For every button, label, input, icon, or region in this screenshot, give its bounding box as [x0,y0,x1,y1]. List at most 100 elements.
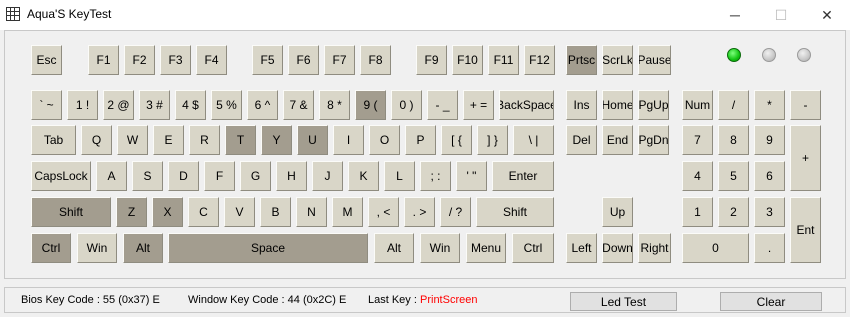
key-symbol-49[interactable]: ] } [477,125,508,155]
key-s-60[interactable]: S [132,161,163,191]
key-symbol-83[interactable]: . > [404,197,435,227]
key-e-40[interactable]: E [153,125,184,155]
key-q-38[interactable]: Q [81,125,112,155]
led-test-button[interactable]: Led Test [570,292,677,311]
key-symbol-16[interactable]: ` ~ [31,90,62,120]
key-f8-8[interactable]: F8 [360,45,391,75]
key-f9-9[interactable]: F9 [416,45,447,75]
key-f3-3[interactable]: F3 [160,45,191,75]
key-pgup-32[interactable]: PgUp [638,90,669,120]
key-5-21[interactable]: 5 % [211,90,242,120]
key-h-64[interactable]: H [276,161,307,191]
key-a-59[interactable]: A [96,161,127,191]
key-f12-12[interactable]: F12 [524,45,555,75]
key-o-46[interactable]: O [369,125,400,155]
key-7-23[interactable]: 7 & [283,90,314,120]
key-z-75[interactable]: Z [116,197,147,227]
key-pgdn-53[interactable]: PgDn [638,125,669,155]
key-end-52[interactable]: End [602,125,633,155]
key-y-43[interactable]: Y [261,125,292,155]
key-u-44[interactable]: U [297,125,328,155]
key-d-61[interactable]: D [168,161,199,191]
key-space-94[interactable]: Space [168,233,368,263]
key-c-77[interactable]: C [188,197,219,227]
key-home-31[interactable]: Home [602,90,633,120]
key-ctrl-98[interactable]: Ctrl [512,233,554,263]
key-f6-6[interactable]: F6 [288,45,319,75]
key-alt-95[interactable]: Alt [374,233,414,263]
key-up-86[interactable]: Up [602,197,633,227]
key-ins-30[interactable]: Ins [566,90,597,120]
key-f4-4[interactable]: F4 [196,45,227,75]
key-w-39[interactable]: W [117,125,148,155]
key-symbol-82[interactable]: , < [368,197,399,227]
key-num-33[interactable]: Num [682,90,713,120]
key-symbol-57[interactable]: + [790,125,821,191]
key-backspace-29[interactable]: BackSpace [499,90,554,120]
key-symbol-35[interactable]: * [754,90,785,120]
key-del-51[interactable]: Del [566,125,597,155]
key-8-24[interactable]: 8 * [319,90,350,120]
key-9-56[interactable]: 9 [754,125,785,155]
key-p-47[interactable]: P [405,125,436,155]
key-right-101[interactable]: Right [638,233,671,263]
key-symbol-27[interactable]: - _ [427,90,458,120]
key-4-20[interactable]: 4 $ [175,90,206,120]
key-symbol-36[interactable]: - [790,90,821,120]
key-2-18[interactable]: 2 @ [103,90,134,120]
key-x-76[interactable]: X [152,197,183,227]
key-win-96[interactable]: Win [420,233,460,263]
key-3-89[interactable]: 3 [754,197,785,227]
key-6-73[interactable]: 6 [754,161,785,191]
key-shift-74[interactable]: Shift [31,197,111,227]
key-1-17[interactable]: 1 ! [67,90,98,120]
key-6-22[interactable]: 6 ^ [247,90,278,120]
key-alt-93[interactable]: Alt [123,233,163,263]
key-9-25[interactable]: 9 ( [355,90,386,120]
key-scrlk-14[interactable]: ScrLk [602,45,633,75]
key-n-80[interactable]: N [296,197,327,227]
key-k-66[interactable]: K [348,161,379,191]
key-tab-37[interactable]: Tab [31,125,76,155]
key-m-81[interactable]: M [332,197,363,227]
key-f5-5[interactable]: F5 [252,45,283,75]
key-prtsc-13[interactable]: Prtsc [566,45,597,75]
key-f7-7[interactable]: F7 [324,45,355,75]
key-i-45[interactable]: I [333,125,364,155]
key-3-19[interactable]: 3 # [139,90,170,120]
key-0-26[interactable]: 0 ) [391,90,422,120]
key-g-63[interactable]: G [240,161,271,191]
key-j-65[interactable]: J [312,161,343,191]
clear-button[interactable]: Clear [720,292,822,311]
key-l-67[interactable]: L [384,161,415,191]
key-t-42[interactable]: T [225,125,256,155]
key-1-87[interactable]: 1 [682,197,713,227]
key-symbol-69[interactable]: ' " [456,161,487,191]
key-left-99[interactable]: Left [566,233,597,263]
key-f2-2[interactable]: F2 [124,45,155,75]
key-menu-97[interactable]: Menu [466,233,506,263]
key-b-79[interactable]: B [260,197,291,227]
key-v-78[interactable]: V [224,197,255,227]
key-8-55[interactable]: 8 [718,125,749,155]
key-symbol-50[interactable]: \ | [513,125,554,155]
key-2-88[interactable]: 2 [718,197,749,227]
key-pause-15[interactable]: Pause [638,45,671,75]
key-symbol-28[interactable]: + = [463,90,494,120]
key-f10-10[interactable]: F10 [452,45,483,75]
key-f1-1[interactable]: F1 [88,45,119,75]
key-symbol-84[interactable]: / ? [440,197,471,227]
key-win-92[interactable]: Win [77,233,117,263]
key-down-100[interactable]: Down [602,233,633,263]
key-capslock-58[interactable]: CapsLock [31,161,91,191]
key-f-62[interactable]: F [204,161,235,191]
key-r-41[interactable]: R [189,125,220,155]
key-7-54[interactable]: 7 [682,125,713,155]
key-esc-0[interactable]: Esc [31,45,62,75]
key-ctrl-91[interactable]: Ctrl [31,233,71,263]
key-shift-85[interactable]: Shift [476,197,554,227]
key-symbol-48[interactable]: [ { [441,125,472,155]
key-enter-70[interactable]: Enter [492,161,554,191]
key-0-102[interactable]: 0 [682,233,749,263]
key-symbol-103[interactable]: . [754,233,785,263]
